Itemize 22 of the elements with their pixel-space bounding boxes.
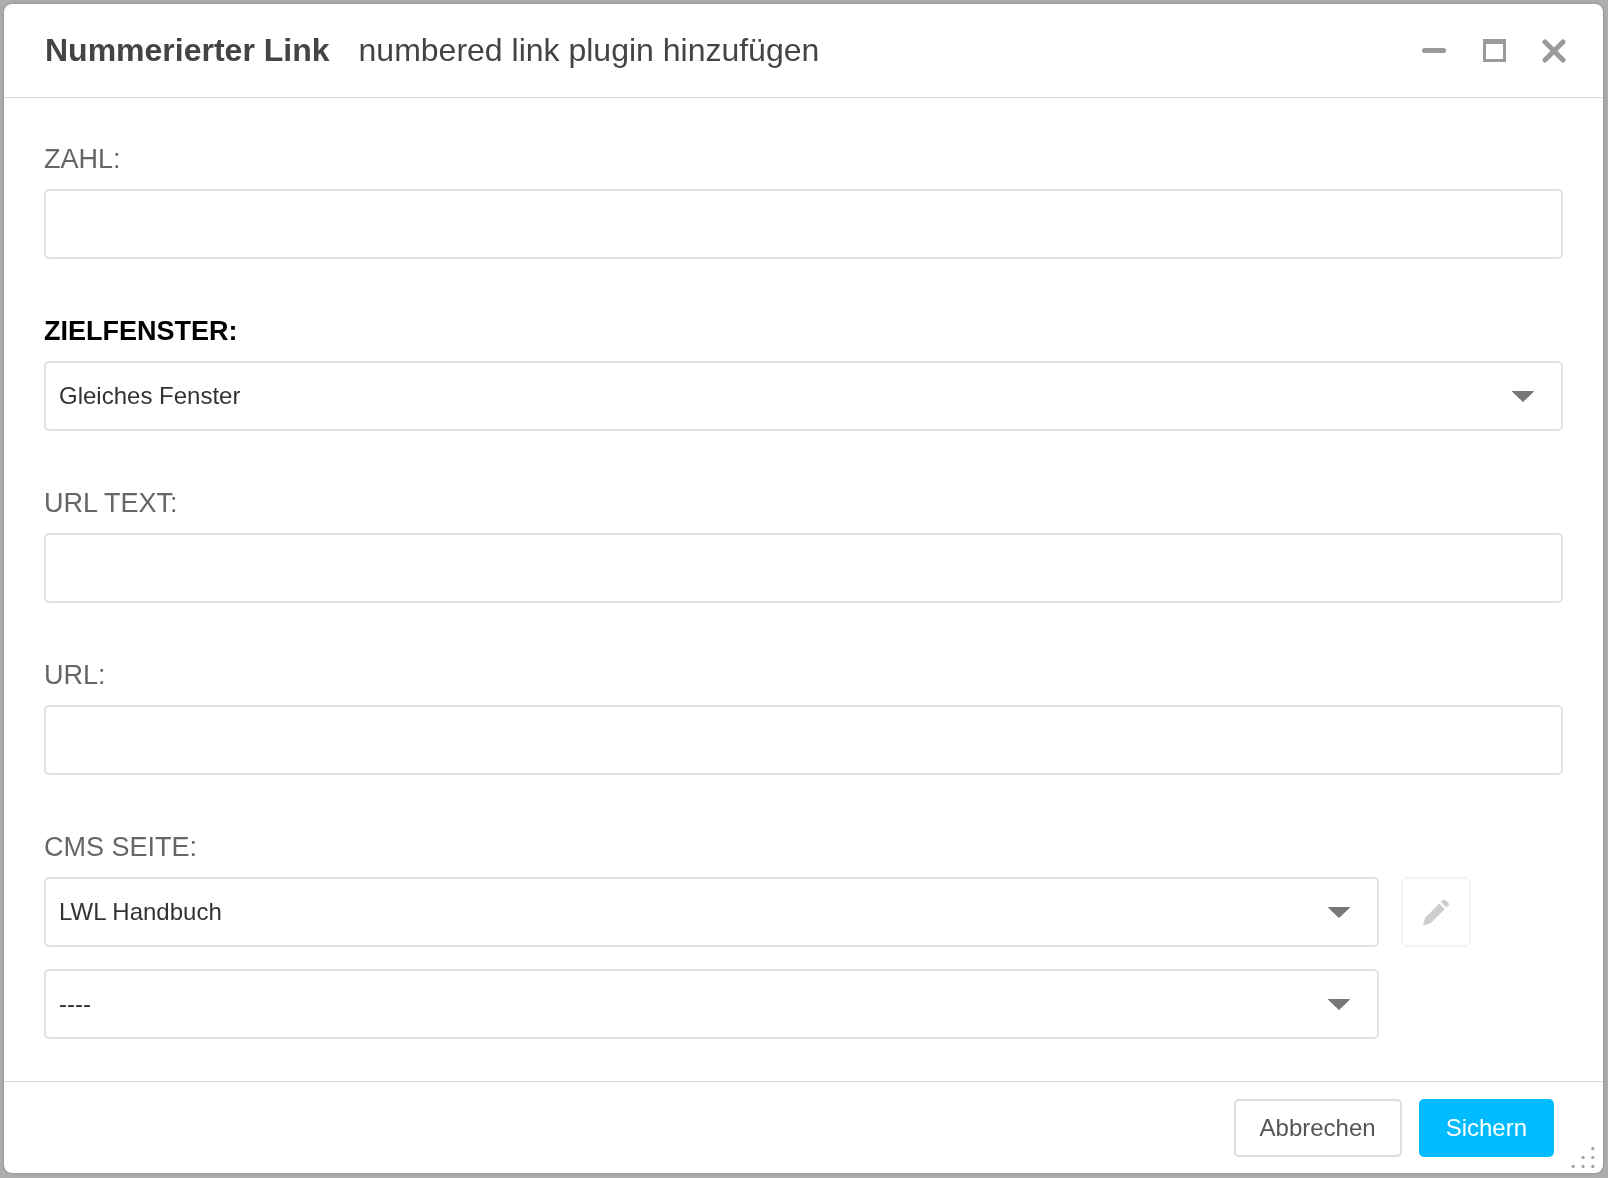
pencil-icon bbox=[1422, 898, 1450, 926]
field-label: URL TEXT: bbox=[44, 487, 178, 520]
minimize-icon[interactable] bbox=[1422, 48, 1446, 53]
caret-icon bbox=[1328, 906, 1350, 918]
caret-icon bbox=[1328, 998, 1350, 1010]
input-field[interactable] bbox=[44, 533, 1563, 603]
dropdown[interactable]: Gleiches Fenster bbox=[44, 361, 1563, 431]
caret-icon bbox=[1512, 390, 1534, 402]
resize-grip-icon[interactable] bbox=[1571, 1147, 1595, 1168]
field-label: ZAHL: bbox=[44, 143, 121, 176]
close-icon[interactable] bbox=[1542, 38, 1566, 63]
input-field[interactable] bbox=[44, 189, 1563, 259]
dropdown[interactable]: ---- bbox=[44, 969, 1379, 1039]
dropdown[interactable]: LWL Handbuch bbox=[44, 877, 1379, 947]
maximize-icon[interactable] bbox=[1483, 39, 1506, 62]
cancel-button[interactable]: Abbrechen bbox=[1233, 1098, 1402, 1157]
dialog-title: Nummerierter Link bbox=[45, 32, 330, 69]
field-label: ZIELFENSTER: bbox=[44, 315, 238, 348]
dialog-subtitle: numbered link plugin hinzufügen bbox=[358, 32, 820, 69]
field-label: URL: bbox=[44, 659, 106, 692]
field-label: CMS SEITE: bbox=[44, 831, 198, 864]
input-field[interactable] bbox=[44, 705, 1563, 775]
